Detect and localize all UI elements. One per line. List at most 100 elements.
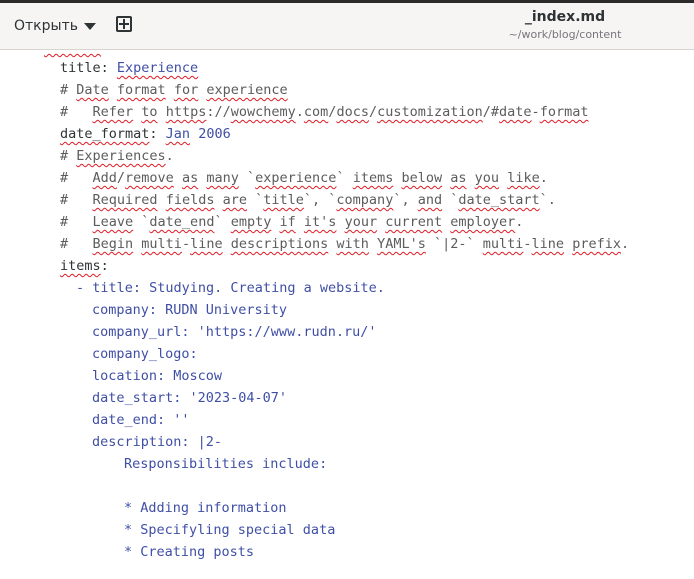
- code-token: format: [539, 104, 589, 120]
- code-token: and: [417, 192, 443, 208]
- code-token: /: [368, 104, 378, 120]
- window-top-edge: [0, 0, 694, 3]
- code-token: * Adding information: [124, 500, 287, 516]
- text-editor[interactable]: content:title: Experience# Date format f…: [0, 50, 694, 579]
- code-token: to: [141, 104, 158, 120]
- code-token: date: [499, 104, 532, 120]
- editor-line[interactable]: title: Experience: [0, 57, 629, 79]
- code-token: company_logo:: [92, 346, 198, 362]
- code-token: format: [116, 82, 166, 98]
- editor-line[interactable]: company: RUDN University: [0, 299, 629, 321]
- code-token: as: [181, 170, 199, 186]
- code-token: Responsibilities include:: [124, 456, 328, 472]
- code-token: line: [190, 236, 223, 252]
- code-token: .: [620, 236, 630, 252]
- code-token: Required: [92, 192, 158, 208]
- editor-line[interactable]: date_end: '': [0, 409, 629, 431]
- code-token: line: [531, 236, 565, 252]
- code-token: `: [442, 192, 459, 208]
- code-token: - title: Studying. Creating a website.: [76, 280, 385, 296]
- editor-line[interactable]: location: Moscow: [0, 365, 629, 387]
- code-token: .: [539, 170, 548, 186]
- editor-line[interactable]: # Begin multi-line descriptions with YAM…: [0, 233, 629, 255]
- editor-line[interactable]: # Experiences.: [0, 145, 629, 167]
- editor-line[interactable]: description: |2-: [0, 431, 629, 453]
- code-token: description: |2-: [92, 434, 223, 450]
- code-token: `,: [393, 192, 418, 208]
- code-token: 2006: [190, 126, 231, 142]
- code-token: empty: [230, 214, 272, 230]
- code-token: are: [222, 192, 247, 208]
- code-token: Add: [92, 170, 117, 186]
- code-token: #: [60, 170, 93, 186]
- code-token: for: [173, 82, 199, 98]
- editor-line[interactable]: - title: Studying. Creating a website.: [0, 277, 629, 299]
- code-token: `: [336, 170, 353, 186]
- editor-line[interactable]: [0, 475, 629, 497]
- code-token: .: [165, 148, 174, 164]
- code-token: like: [507, 170, 540, 186]
- code-token: #: [60, 192, 93, 208]
- editor-line[interactable]: # Date format for experience: [0, 79, 629, 101]
- code-token: * Specifyling special data: [124, 522, 336, 538]
- code-token: it's: [303, 214, 337, 230]
- code-token: descriptions: [230, 236, 329, 252]
- code-token: Experience: [116, 60, 199, 76]
- code-token: date_start: [458, 192, 540, 208]
- code-token: experience: [255, 170, 337, 186]
- code-token: `.: [539, 192, 556, 208]
- code-token: `|2-`: [425, 236, 483, 252]
- editor-line[interactable]: items:: [0, 255, 629, 277]
- code-token: items: [60, 258, 101, 274]
- open-button[interactable]: Открыть: [6, 11, 104, 41]
- new-tab-plus-icon[interactable]: [116, 16, 132, 32]
- code-token: title:: [60, 60, 117, 76]
- code-token: #: [60, 236, 93, 252]
- editor-line[interactable]: * Specifyling special data: [0, 519, 629, 541]
- editor-line[interactable]: # Required fields are `title`, `company`…: [0, 189, 629, 211]
- code-token: prefix: [572, 236, 621, 252]
- header-bar: Открыть _index.md ~/work/blog/content: [0, 0, 694, 50]
- code-token: -: [181, 236, 191, 252]
- code-token: https: [165, 104, 207, 120]
- editor-line[interactable]: company_logo:: [0, 343, 629, 365]
- code-token: #: [60, 214, 93, 230]
- editor-line[interactable]: # Add/remove as many `experience` items …: [0, 167, 629, 189]
- editor-line[interactable]: content:: [0, 50, 629, 57]
- code-token: company: [336, 192, 394, 208]
- editor-line[interactable]: company_url: 'https://www.rudn.ru/': [0, 321, 629, 343]
- code-token: YAML's: [377, 236, 426, 252]
- editor-line[interactable]: * Creating posts: [0, 541, 629, 563]
- code-token: experience: [206, 82, 288, 98]
- code-token: ://: [206, 104, 231, 120]
- code-token: date_start: '2023-04-07': [92, 390, 288, 406]
- code-token: Refer: [92, 104, 134, 120]
- code-token: /#: [482, 104, 500, 120]
- code-token: company: RUDN University: [92, 302, 288, 318]
- code-token: Jan: [165, 126, 191, 142]
- editor-line[interactable]: date_format: Jan 2006: [0, 123, 629, 145]
- code-token: items: [352, 170, 394, 186]
- editor-line[interactable]: # Leave `date_end` empty if it's your cu…: [0, 211, 629, 233]
- editor-line[interactable]: # Refer to https://wowchemy.com/docs/cus…: [0, 101, 629, 123]
- code-token: * Creating posts: [124, 544, 255, 560]
- editor-line[interactable]: Responsibilities include:: [0, 453, 629, 475]
- code-token: .: [295, 104, 304, 120]
- editor-line[interactable]: * Adding information: [0, 497, 629, 519]
- editor-line[interactable]: date_start: '2023-04-07': [0, 387, 629, 409]
- open-button-label: Открыть: [14, 18, 78, 34]
- chevron-down-icon: [83, 22, 96, 30]
- code-token: :: [101, 50, 109, 54]
- code-token: `: [214, 214, 231, 230]
- code-token: docs: [336, 104, 369, 120]
- code-token: as: [450, 170, 467, 186]
- code-token: employer: [450, 214, 516, 230]
- document-title: _index.md: [524, 9, 606, 25]
- code-token: date_end: '': [92, 412, 190, 428]
